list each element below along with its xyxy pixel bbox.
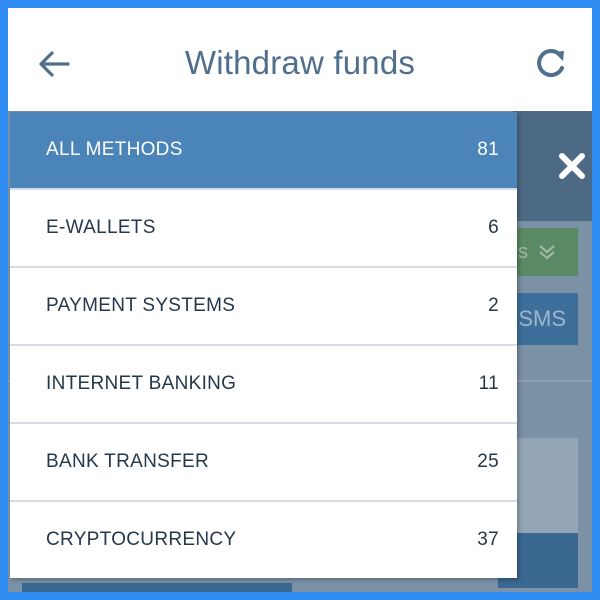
method-item-payment-systems[interactable]: PAYMENT SYSTEMS 2 xyxy=(10,268,517,344)
method-item-count: 25 xyxy=(477,451,499,472)
close-button[interactable] xyxy=(554,148,590,184)
method-item-bank-transfer[interactable]: BANK TRANSFER 25 xyxy=(10,424,517,500)
method-item-label: CRYPTOCURRENCY xyxy=(46,529,237,550)
method-item-count: 81 xyxy=(477,139,499,160)
method-item-label: INTERNET BANKING xyxy=(46,373,237,394)
app-frame: s SMS Withdraw funds ALL METHODS 81 E-WALL… xyxy=(8,8,592,592)
method-item-label: BANK TRANSFER xyxy=(46,451,209,472)
app-header: Withdraw funds xyxy=(8,8,592,111)
close-icon xyxy=(559,153,585,179)
double-chevron-down-icon xyxy=(539,245,555,260)
method-item-count: 6 xyxy=(488,217,499,238)
method-item-count: 11 xyxy=(478,373,499,394)
refresh-icon xyxy=(537,49,564,78)
method-item-internet-banking[interactable]: INTERNET BANKING 11 xyxy=(10,346,517,422)
method-item-label: PAYMENT SYSTEMS xyxy=(46,295,236,316)
method-item-e-wallets[interactable]: E-WALLETS 6 xyxy=(10,190,517,266)
background-bottom-strip xyxy=(22,583,292,592)
page-title: Withdraw funds xyxy=(184,44,416,81)
background-sms-text: SMS xyxy=(518,306,566,331)
method-item-count: 2 xyxy=(488,295,499,316)
method-item-all-methods[interactable]: ALL METHODS 81 xyxy=(10,112,517,188)
methods-dropdown: ALL METHODS 81 E-WALLETS 6 PAYMENT SYSTEMS 2 I… xyxy=(10,112,517,578)
method-item-count: 37 xyxy=(477,529,499,550)
method-item-label: E-WALLETS xyxy=(46,217,156,238)
background-green-button-text: s xyxy=(518,240,528,263)
refresh-button[interactable] xyxy=(530,44,574,84)
method-item-label: ALL METHODS xyxy=(46,139,183,160)
method-item-cryptocurrency[interactable]: CRYPTOCURRENCY 37 xyxy=(10,502,517,578)
